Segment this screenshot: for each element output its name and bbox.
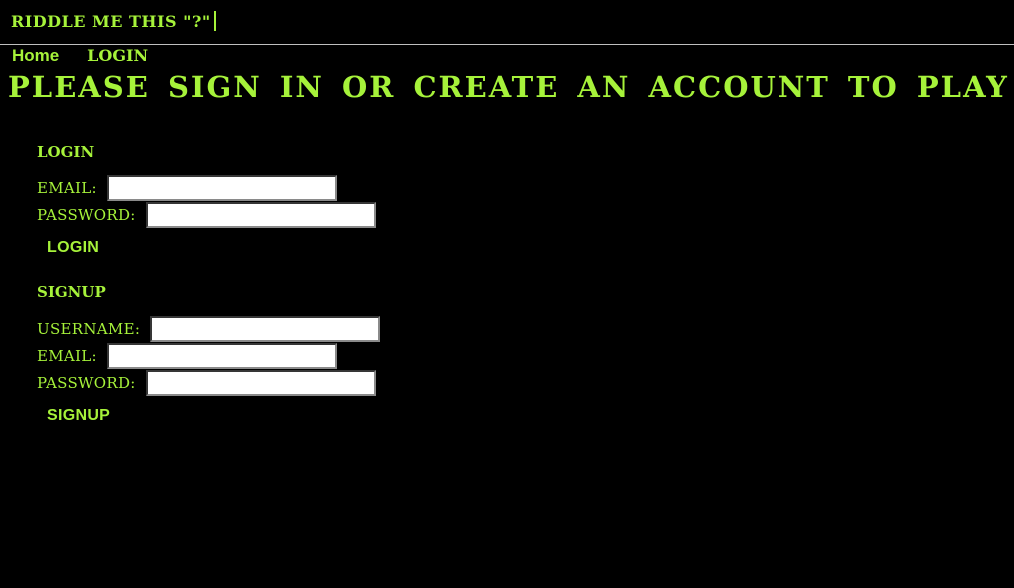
login-password-row: PASSWORD: <box>37 202 376 228</box>
signup-button[interactable]: SIGNUP <box>47 407 110 425</box>
login-button[interactable]: LOGIN <box>47 239 99 257</box>
main-nav: Home LOGIN <box>12 46 148 66</box>
signup-password-row: PASSWORD: <box>37 370 376 396</box>
signup-username-label: USERNAME: <box>37 320 141 338</box>
text-cursor-icon <box>213 11 216 31</box>
login-email-row: EMAIL: <box>37 175 337 201</box>
page-headline: PLEASE SIGN IN OR CREATE AN ACCOUNT TO P… <box>8 70 1009 104</box>
login-email-label: EMAIL: <box>37 179 97 197</box>
top-bar: RIDDLE ME THIS "?" <box>0 0 1014 45</box>
signup-email-row: EMAIL: <box>37 343 337 369</box>
site-title: RIDDLE ME THIS "?" <box>11 11 216 31</box>
signup-username-input[interactable] <box>150 316 381 342</box>
site-title-text: RIDDLE ME THIS "?" <box>11 12 211 31</box>
signup-email-input[interactable] <box>106 343 337 369</box>
login-email-input[interactable] <box>106 175 337 201</box>
signup-heading: SIGNUP <box>37 283 106 301</box>
signup-email-label: EMAIL: <box>37 347 97 365</box>
signup-password-input[interactable] <box>145 370 376 396</box>
nav-link-login[interactable]: LOGIN <box>87 46 148 65</box>
login-heading: LOGIN <box>37 143 95 161</box>
signup-username-row: USERNAME: <box>37 316 381 342</box>
login-password-label: PASSWORD: <box>37 206 136 224</box>
signup-password-label: PASSWORD: <box>37 374 136 392</box>
login-password-input[interactable] <box>145 202 376 228</box>
nav-link-home[interactable]: Home <box>12 46 59 65</box>
